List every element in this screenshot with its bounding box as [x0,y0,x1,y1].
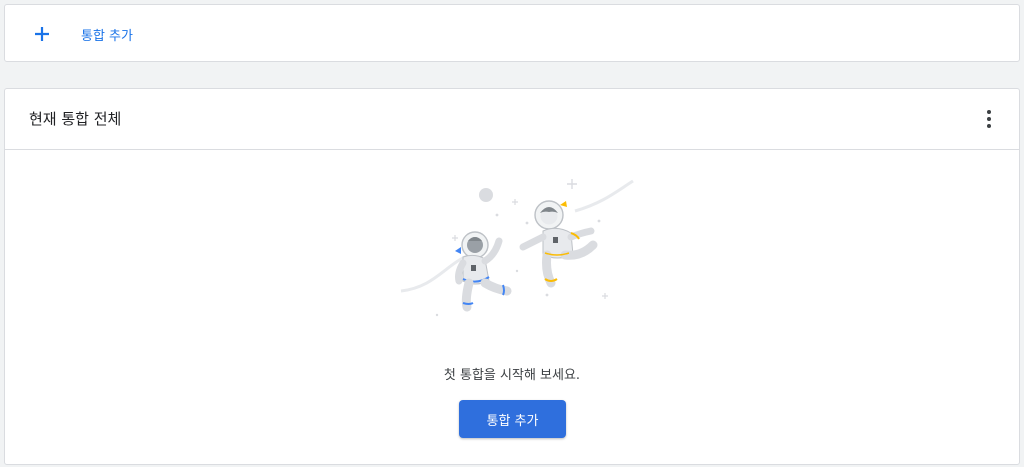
astronauts-illustration [400,179,634,317]
add-integration-label: 통합 추가 [81,28,133,44]
plus-icon [29,21,55,47]
add-integration-button[interactable]: 통합 추가 [459,400,566,438]
add-integration-card: 통합 추가 [4,4,1020,62]
empty-state-message: 첫 통합을 시작해 보세요. [443,368,581,383]
integrations-card: 현재 통합 전체 첫 통합을 시작해 보세요. 통합 추가 [4,88,1020,465]
integrations-card-header: 현재 통합 전체 [5,89,1019,150]
add-integration-link[interactable]: 통합 추가 [29,19,133,49]
integrations-title: 현재 통합 전체 [29,110,122,128]
more-vert-icon[interactable] [977,107,1001,131]
